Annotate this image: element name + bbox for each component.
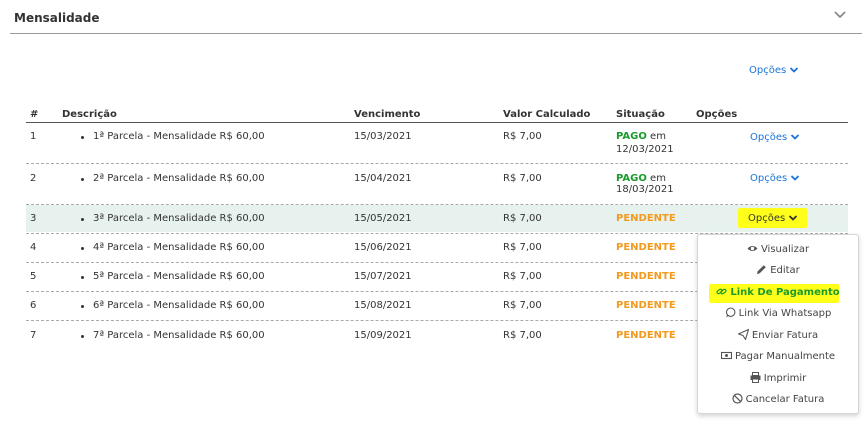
status-label: PENDENTE [616, 271, 676, 282]
menu-item-visualizar[interactable]: Visualizar [698, 241, 858, 259]
status-label: PENDENTE [616, 242, 676, 253]
status-suffix: em [650, 173, 666, 184]
header-options: Opções [696, 109, 738, 120]
printer-icon [750, 372, 761, 383]
menu-item-label: Link Via Whatsapp [738, 308, 832, 319]
bullet-icon [81, 276, 84, 279]
pencil-icon [756, 264, 767, 275]
row-value: R$ 7,00 [503, 300, 542, 311]
menu-item-editar[interactable]: Editar [698, 262, 858, 280]
row-due-date: 15/08/2021 [354, 300, 412, 311]
status-label: PENDENTE [616, 213, 676, 224]
eye-icon [747, 243, 758, 254]
money-icon [720, 350, 732, 361]
row-options-button[interactable]: Opções [750, 173, 800, 184]
row-description: 6ª Parcela - Mensalidade R$ 60,00 [93, 300, 265, 311]
menu-item-cancelar-fatura[interactable]: Cancelar Fatura [698, 391, 858, 409]
menu-item-label: Visualizar [760, 244, 810, 255]
panel-title: Mensalidade [14, 11, 100, 25]
menu-item-imprimir[interactable]: Imprimir [698, 370, 858, 388]
options-dropdown-menu: Visualizar Editar Link De Pagamento Link… [697, 234, 859, 414]
header-description: Descrição [62, 109, 117, 120]
row-number: 5 [30, 271, 37, 282]
row-number: 3 [30, 213, 37, 224]
row-description: 3ª Parcela - Mensalidade R$ 60,00 [93, 213, 265, 224]
chevron-down-icon [790, 174, 800, 182]
row-value: R$ 7,00 [503, 330, 542, 341]
status-label: PENDENTE [616, 330, 676, 341]
status-label: PENDENTE [616, 300, 676, 311]
row-due-date: 15/03/2021 [354, 131, 412, 142]
menu-item-label: Imprimir [763, 373, 807, 384]
chevron-down-icon [788, 214, 798, 222]
row-description: 1ª Parcela - Mensalidade R$ 60,00 [93, 131, 265, 142]
bullet-icon [81, 247, 84, 250]
row-description: 4ª Parcela - Mensalidade R$ 60,00 [93, 242, 265, 253]
link-icon [716, 286, 727, 297]
row-number: 2 [30, 173, 37, 184]
menu-item-label: Link De Pagamento [730, 287, 840, 298]
status-label: PAGO [616, 173, 647, 184]
ban-icon [732, 393, 743, 404]
bullet-icon [81, 178, 84, 181]
menu-item-label: Enviar Fatura [751, 330, 819, 341]
bullet-icon [81, 305, 84, 308]
row-number: 7 [30, 330, 37, 341]
bullet-icon [81, 335, 84, 338]
row-options-button[interactable]: Opções [750, 132, 800, 143]
row-options-label: Opções [748, 213, 786, 224]
chevron-down-icon [790, 133, 800, 141]
header-due-date: Vencimento [354, 109, 421, 120]
paper-plane-icon [737, 329, 749, 340]
row-options-button-active[interactable]: Opções [748, 213, 798, 224]
status-suffix: em [650, 131, 666, 142]
row-value: R$ 7,00 [503, 131, 542, 142]
row-options-label: Opções [750, 173, 788, 184]
panel-header: Mensalidade [10, 0, 862, 34]
status-badge: PAGO em [616, 131, 666, 142]
menu-item-link-de-pagamento[interactable]: Link De Pagamento [698, 284, 858, 302]
row-value: R$ 7,00 [503, 271, 542, 282]
row-number: 1 [30, 131, 37, 142]
row-description: 7ª Parcela - Mensalidade R$ 60,00 [93, 330, 265, 341]
whatsapp-icon [725, 307, 736, 318]
menu-item-label: Editar [770, 265, 800, 276]
header-status: Situação [616, 109, 665, 120]
menu-item-pagar-manualmente[interactable]: Pagar Manualmente [698, 348, 858, 366]
header-divider [26, 122, 848, 123]
row-description: 2ª Parcela - Mensalidade R$ 60,00 [93, 173, 265, 184]
top-options-label: Opções [749, 65, 787, 76]
status-date: 12/03/2021 [616, 144, 674, 155]
row-due-date: 15/04/2021 [354, 173, 412, 184]
row-divider [26, 163, 848, 164]
header-number: # [30, 109, 39, 120]
status-label: PAGO [616, 131, 647, 142]
row-due-date: 15/05/2021 [354, 213, 412, 224]
row-due-date: 15/06/2021 [354, 242, 412, 253]
menu-item-label: Cancelar Fatura [745, 394, 825, 405]
row-value: R$ 7,00 [503, 242, 542, 253]
row-options-label: Opções [750, 132, 788, 143]
bullet-icon [81, 218, 84, 221]
status-badge: PAGO em [616, 173, 666, 184]
header-value: Valor Calculado [503, 109, 591, 120]
row-value: R$ 7,00 [503, 213, 542, 224]
chevron-down-icon[interactable] [832, 8, 848, 22]
row-number: 4 [30, 242, 37, 253]
top-options-dropdown[interactable]: Opções [749, 65, 799, 76]
row-description: 5ª Parcela - Mensalidade R$ 60,00 [93, 271, 265, 282]
status-date: 18/03/2021 [616, 184, 674, 195]
menu-item-link-via-whatsapp[interactable]: Link Via Whatsapp [698, 305, 858, 323]
row-due-date: 15/07/2021 [354, 271, 412, 282]
row-value: R$ 7,00 [503, 173, 542, 184]
row-due-date: 15/09/2021 [354, 330, 412, 341]
menu-item-label: Pagar Manualmente [734, 351, 836, 362]
bullet-icon [81, 136, 84, 139]
chevron-down-icon [789, 66, 799, 74]
menu-item-enviar-fatura[interactable]: Enviar Fatura [698, 327, 858, 345]
row-number: 6 [30, 300, 37, 311]
